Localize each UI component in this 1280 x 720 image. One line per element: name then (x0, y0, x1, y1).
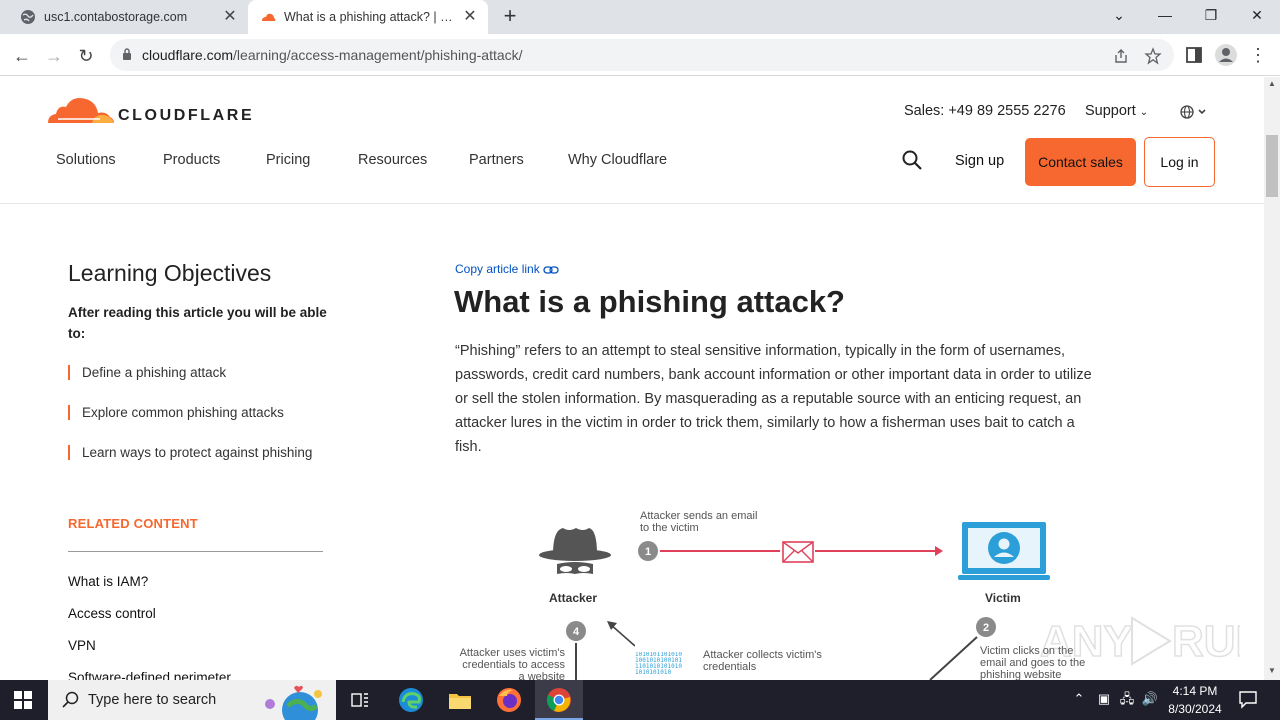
link-icon (543, 266, 559, 274)
svg-text:ANY: ANY (1040, 617, 1133, 666)
step2-number: 2 (983, 622, 989, 634)
search-highlight-art-icon (265, 685, 322, 720)
objective-item: Learn ways to protect against phishing (68, 445, 312, 460)
nav-solutions[interactable]: Solutions (56, 152, 116, 168)
chrome-icon[interactable] (545, 686, 573, 714)
firefox-icon[interactable] (495, 686, 523, 714)
objective-item: Explore common phishing attacks (68, 405, 284, 420)
watermark-logo-icon: ANY RUN (1040, 616, 1240, 667)
envelope-icon (782, 541, 814, 563)
address-bar-row: ← → ↻ cloudflare.com/learning/access-man… (0, 34, 1280, 76)
taskbar-search-placeholder: Type here to search (88, 692, 217, 708)
reload-icon[interactable]: ↻ (72, 42, 100, 70)
svg-text:RUN: RUN (1172, 617, 1240, 666)
tab-contabo[interactable]: usc1.contabostorage.com ✕ (8, 0, 248, 34)
windows-start-icon[interactable] (14, 691, 32, 709)
binary-data-graphic: 1010101101010 1001010100101 110101010101… (635, 652, 682, 676)
related-link-iam[interactable]: What is IAM? (68, 574, 148, 589)
related-content-heading: RELATED CONTENT (68, 516, 198, 531)
url-text: cloudflare.com/learning/access-managemen… (142, 47, 523, 63)
notifications-icon[interactable] (1238, 689, 1258, 709)
sign-up-link[interactable]: Sign up (955, 153, 1004, 169)
step1-number: 1 (645, 546, 651, 558)
close-icon[interactable]: ✕ (220, 7, 240, 27)
scroll-up-arrow-icon[interactable]: ▲ (1264, 77, 1280, 91)
learning-objectives-intro: After reading this article you will be a… (68, 305, 327, 341)
scroll-down-arrow-icon[interactable]: ▼ (1264, 664, 1280, 678)
tray-chevron-up-icon[interactable]: ⌃ (1070, 690, 1088, 708)
minimize-button[interactable]: — (1142, 0, 1188, 32)
support-menu[interactable]: Support ⌄ (1085, 103, 1148, 119)
nav-resources[interactable]: Resources (358, 152, 427, 168)
globe-icon (21, 10, 35, 24)
attacker-label: Attacker (549, 591, 598, 605)
related-link-access-control[interactable]: Access control (68, 606, 156, 621)
contact-sales-button[interactable]: Contact sales (1025, 138, 1136, 186)
new-tab-button[interactable]: + (498, 5, 522, 29)
step4-caption: Attacker uses victim's credentials to ac… (459, 647, 565, 680)
lock-icon (123, 48, 131, 60)
divider (68, 551, 323, 552)
tab-title: What is a phishing attack? | Cloudflare (284, 10, 460, 24)
tab-cloudflare[interactable]: What is a phishing attack? | Cloudflare … (248, 0, 488, 34)
tray-device-icon[interactable]: ▣ (1095, 690, 1113, 708)
close-window-button[interactable]: ✕ (1234, 0, 1280, 32)
victim-laptop-icon (958, 522, 1050, 580)
page-title: What is a phishing attack? (454, 284, 845, 319)
share-icon[interactable] (1112, 47, 1130, 65)
copy-article-link[interactable]: Copy article link (455, 262, 559, 276)
log-in-button[interactable]: Log in (1144, 137, 1215, 187)
volume-icon[interactable]: 🔊 (1141, 690, 1159, 708)
network-icon[interactable]: 🖧 (1118, 690, 1136, 708)
clock-date[interactable]: 8/30/2024 (1162, 702, 1228, 716)
restore-button[interactable]: ❐ (1188, 0, 1234, 32)
logo-wordmark[interactable]: CLOUDFLARE (118, 107, 254, 125)
sales-phone-link[interactable]: Sales: +49 89 2555 2276 (904, 103, 1066, 119)
nav-why-cloudflare[interactable]: Why Cloudflare (568, 152, 667, 168)
side-panel-icon[interactable] (1182, 43, 1206, 67)
related-link-sdp[interactable]: Software-defined perimeter (68, 670, 231, 680)
chevron-down-icon: ⌄ (1139, 107, 1149, 118)
bookmark-star-icon[interactable] (1144, 47, 1162, 65)
tab-search-chevron-icon[interactable]: ⌄ (1096, 0, 1142, 32)
phishing-diagram: Attacker sends an email to the victim At… (455, 500, 1095, 680)
clock-time[interactable]: 4:14 PM (1162, 684, 1228, 698)
step4-arrows: 4 (566, 621, 635, 680)
edge-browser-icon[interactable] (397, 686, 425, 714)
tab-title: usc1.contabostorage.com (44, 10, 188, 24)
collect-caption: Attacker collects victim's credentials (703, 649, 822, 673)
objective-item: Define a phishing attack (68, 365, 226, 380)
forward-arrow-icon[interactable]: → (40, 42, 68, 70)
language-globe-icon[interactable] (1180, 104, 1210, 120)
address-input[interactable]: cloudflare.com/learning/access-managemen… (110, 39, 1174, 71)
task-view-icon[interactable] (346, 686, 374, 714)
close-icon[interactable]: ✕ (460, 7, 480, 27)
article-intro-paragraph: “Phishing” refers to an attempt to steal… (455, 343, 1092, 455)
nav-products[interactable]: Products (163, 152, 220, 168)
victim-label: Victim (985, 591, 1021, 605)
nav-pricing[interactable]: Pricing (266, 152, 310, 168)
nav-partners[interactable]: Partners (469, 152, 524, 168)
profile-avatar-icon[interactable] (1214, 43, 1238, 67)
step4-number: 4 (573, 626, 580, 638)
related-link-vpn[interactable]: VPN (68, 638, 96, 653)
step1-caption: Attacker sends an email to the victim (640, 510, 758, 534)
cloudflare-icon (262, 13, 276, 21)
file-explorer-icon[interactable] (446, 686, 474, 714)
cloudflare-logo-icon[interactable] (48, 93, 118, 125)
scrollbar-thumb[interactable] (1266, 135, 1278, 197)
search-icon[interactable] (900, 148, 924, 172)
menu-dots-icon[interactable]: ⋮ (1246, 43, 1270, 67)
attacker-icon (539, 528, 611, 574)
search-icon (62, 691, 79, 708)
learning-objectives-heading: Learning Objectives (68, 260, 272, 286)
back-arrow-icon[interactable]: ← (8, 42, 36, 70)
